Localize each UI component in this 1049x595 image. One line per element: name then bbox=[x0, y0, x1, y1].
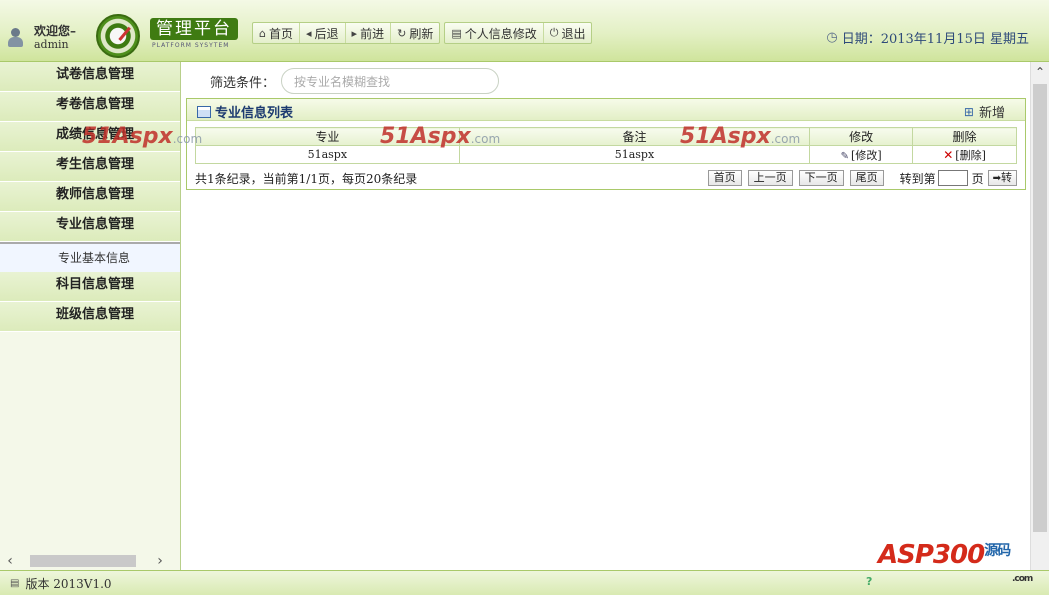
footer-bar: ▤ 版本 2013V1.0 ? bbox=[0, 570, 1049, 595]
next-page-button[interactable]: 下一页 bbox=[798, 170, 844, 186]
sidebar-item-subject-info[interactable]: 科目信息管理 bbox=[0, 272, 180, 302]
search-input[interactable]: 按专业名模糊查找 bbox=[281, 68, 500, 94]
refresh-button[interactable]: ↻ 刷新 bbox=[391, 23, 439, 43]
delete-x-icon: ✕ bbox=[943, 147, 954, 162]
filter-label: 筛选条件： bbox=[210, 75, 276, 91]
back-button[interactable]: ◂ 后退 bbox=[300, 23, 346, 43]
scroll-right-icon[interactable]: › bbox=[150, 553, 170, 569]
forward-button[interactable]: ▸ 前进 bbox=[346, 23, 392, 43]
arrow-right-icon: ➡ bbox=[992, 173, 1001, 184]
edit-profile-button[interactable]: ▤ 个人信息修改 bbox=[445, 23, 544, 43]
help-icon[interactable]: ? bbox=[866, 575, 872, 588]
pagination-bar: 共1条纪录，当前第1/1页，每页20条纪录 首页 上一页 下一页 尾页 转到第 … bbox=[195, 169, 1017, 187]
prev-page-button[interactable]: 上一页 bbox=[747, 170, 793, 186]
main-vertical-scrollbar[interactable]: ⌃ bbox=[1030, 62, 1049, 570]
user-icon bbox=[6, 27, 26, 49]
sidebar-item-major-info[interactable]: 专业信息管理 bbox=[0, 212, 180, 242]
scroll-up-icon[interactable]: ⌃ bbox=[1031, 62, 1049, 82]
add-button[interactable]: ⊞ 新增 bbox=[963, 102, 1005, 122]
toolbar: ⌂ 首页 ◂ 后退 ▸ 前进 ↻ 刷新 ▤ 个人信息修改 ⏻ 退出 bbox=[252, 22, 596, 44]
username: admin bbox=[34, 38, 69, 51]
forward-icon: ▸ bbox=[351, 26, 358, 40]
delete-link[interactable]: ✕ [删除] bbox=[943, 147, 986, 162]
jump-label: 转到第 bbox=[899, 171, 936, 186]
major-list-panel: 专业信息列表 ⊞ 新增 专业 备注 修改 删除 51aspx 51aspx ✎ … bbox=[186, 98, 1026, 190]
table-row: 51aspx 51aspx ✎ [修改] ✕ [删除] bbox=[195, 145, 1017, 164]
sidebar-item-teacher-info[interactable]: 教师信息管理 bbox=[0, 182, 180, 212]
sidebar-horizontal-scrollbar[interactable]: ‹ › bbox=[0, 552, 181, 570]
user-info: 欢迎您– admin bbox=[6, 20, 94, 56]
sidebar-item-class-info[interactable]: 班级信息管理 bbox=[0, 302, 180, 332]
sidebar-item-exam-info[interactable]: 考卷信息管理 bbox=[0, 92, 180, 122]
welcome-text: 欢迎您– bbox=[34, 24, 77, 38]
major-table: 专业 备注 修改 删除 51aspx 51aspx ✎ [修改] ✕ [删除] bbox=[195, 127, 1017, 164]
toolbar-user-group: ▤ 个人信息修改 ⏻ 退出 bbox=[444, 22, 593, 44]
document-icon: ▤ bbox=[10, 578, 20, 589]
scroll-left-icon[interactable]: ‹ bbox=[0, 553, 20, 569]
home-icon: ⌂ bbox=[259, 26, 266, 40]
table-icon bbox=[197, 105, 211, 118]
pencil-icon: ✎ bbox=[840, 150, 850, 162]
watermark-logo: 51Aspx.com bbox=[82, 124, 203, 149]
page-unit-label: 页 bbox=[971, 171, 984, 186]
logo-subtitle: PLATFORM SYSYTEM bbox=[152, 42, 230, 49]
first-page-button[interactable]: 首页 bbox=[707, 170, 742, 186]
header-bar: 欢迎您– admin 管理平台 PLATFORM SYSYTEM ⌂ 首页 ◂ 后退… bbox=[0, 0, 1049, 62]
brand-logo: ASP300源码 .com bbox=[878, 540, 1033, 584]
scrollbar-thumb[interactable] bbox=[1033, 84, 1047, 532]
main-content: 筛选条件： 按专业名模糊查找 专业信息列表 ⊞ 新增 专业 备注 修改 删除 5… bbox=[182, 62, 1030, 570]
sidebar-item-student-info[interactable]: 考生信息管理 bbox=[0, 152, 180, 182]
panel-title: 专业信息列表 bbox=[197, 102, 293, 121]
toolbar-nav-group: ⌂ 首页 ◂ 后退 ▸ 前进 ↻ 刷新 bbox=[252, 22, 441, 44]
scrollbar-thumb[interactable] bbox=[30, 555, 136, 567]
profile-icon: ▤ bbox=[451, 26, 462, 40]
watermark-logo: 51Aspx.com bbox=[680, 124, 801, 149]
version-info: ▤ 版本 2013V1.0 bbox=[10, 577, 112, 591]
cell-edit: ✎ [修改] bbox=[809, 145, 914, 164]
column-header-edit: 修改 bbox=[809, 127, 914, 146]
date-text: 日期：2013年11月15日 星期五 bbox=[841, 32, 1029, 47]
add-record-icon: ⊞ bbox=[963, 104, 974, 119]
page-number-input[interactable] bbox=[937, 170, 968, 186]
logo-gauge-icon bbox=[96, 14, 140, 58]
panel-header: 专业信息列表 ⊞ 新增 bbox=[187, 99, 1025, 121]
cell-delete: ✕ [删除] bbox=[912, 145, 1017, 164]
watermark-logo: 51Aspx.com bbox=[380, 124, 501, 149]
sidebar-item-paper-info[interactable]: 试卷信息管理 bbox=[0, 62, 180, 92]
home-button[interactable]: ⌂ 首页 bbox=[253, 23, 300, 43]
edit-link[interactable]: ✎ [修改] bbox=[841, 149, 882, 162]
record-summary: 共1条纪录，当前第1/1页，每页20条纪录 bbox=[195, 171, 418, 186]
last-page-button[interactable]: 尾页 bbox=[849, 170, 884, 186]
filter-bar: 筛选条件： 按专业名模糊查找 bbox=[210, 68, 500, 94]
date-display: ◷ 日期：2013年11月15日 星期五 bbox=[826, 28, 1029, 47]
go-button[interactable]: ➡转 bbox=[987, 170, 1017, 186]
sidebar-subitem-major-basic[interactable]: 专业基本信息 bbox=[0, 242, 180, 272]
refresh-icon: ↻ bbox=[397, 26, 407, 40]
calendar-clock-icon: ◷ bbox=[826, 30, 838, 45]
power-icon: ⏻ bbox=[549, 26, 559, 39]
column-header-delete: 删除 bbox=[912, 127, 1017, 146]
back-icon: ◂ bbox=[306, 26, 312, 40]
logo-title: 管理平台 bbox=[150, 18, 238, 40]
logout-button[interactable]: ⏻ 退出 bbox=[544, 23, 592, 43]
